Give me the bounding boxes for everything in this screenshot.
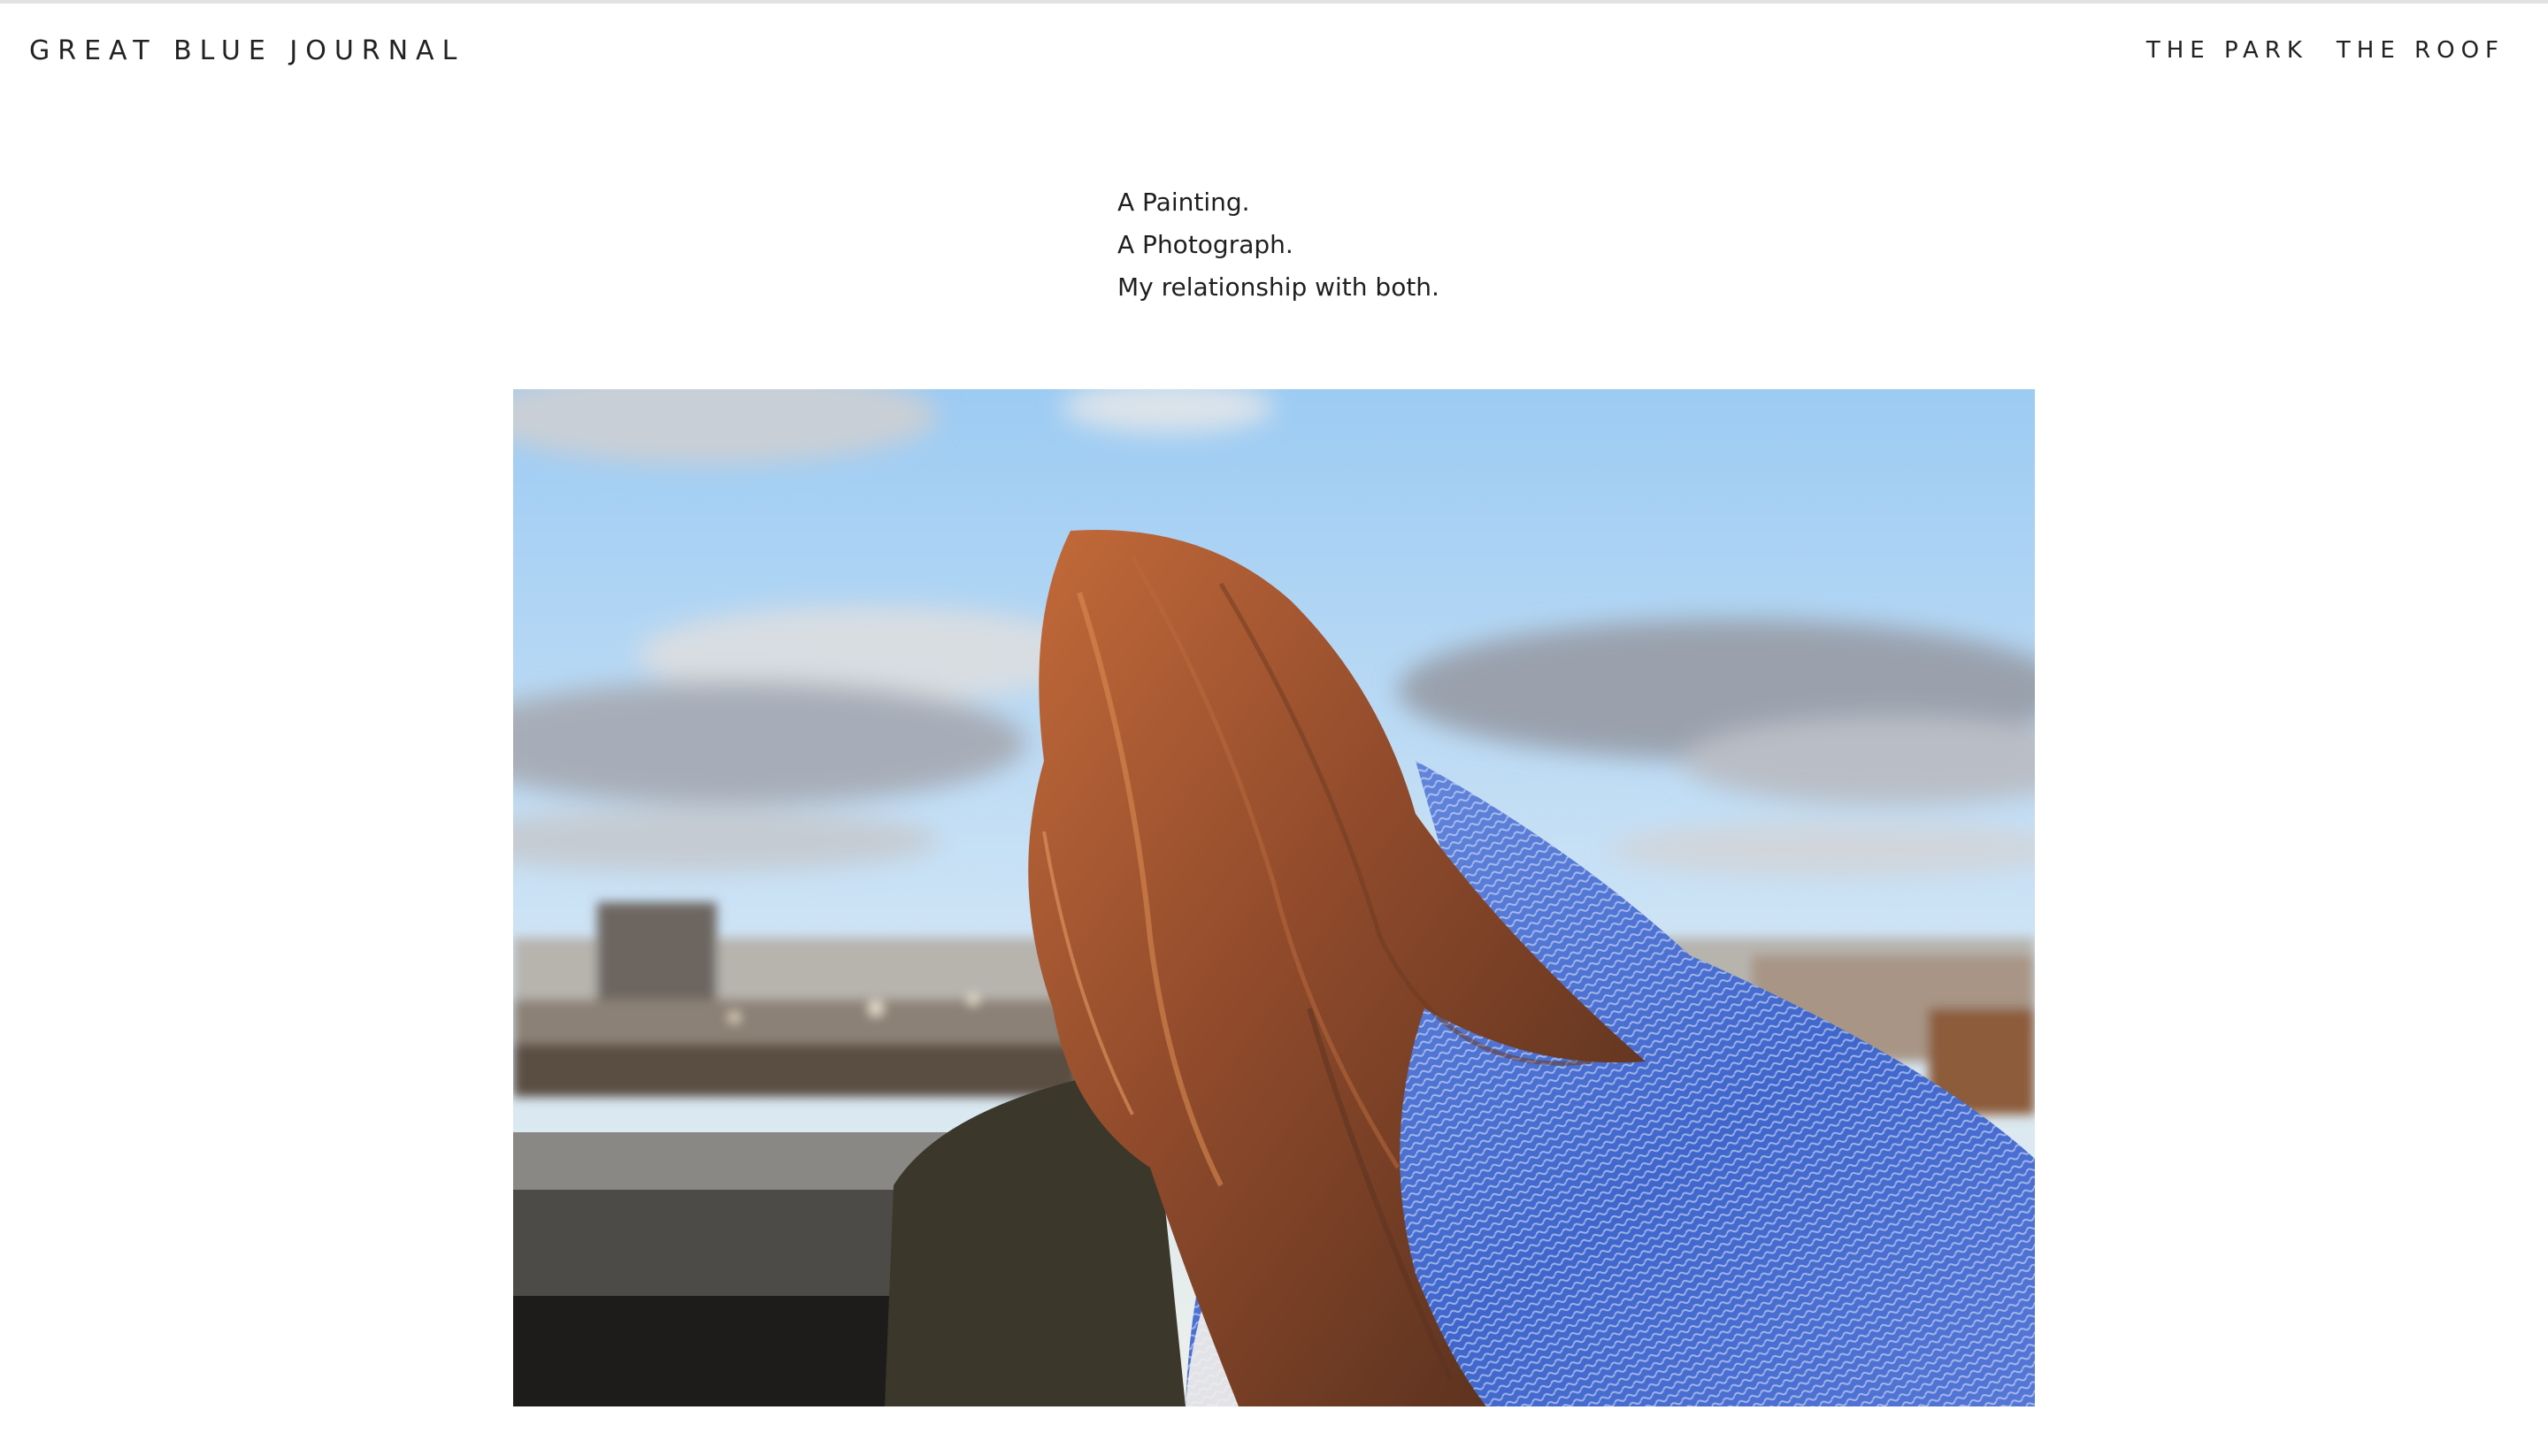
intro-line-photograph: A Photograph. — [1117, 230, 1293, 259]
main-nav: THE PARK THE ROOF — [2146, 37, 2505, 64]
site-header: GREAT BLUE JOURNAL THE PARK THE ROOF — [0, 4, 2548, 97]
nav-link-the-park[interactable]: THE PARK — [2146, 37, 2308, 64]
nav-link-the-roof[interactable]: THE ROOF — [2337, 37, 2505, 64]
photo-illustration — [513, 389, 2035, 1406]
intro-text: A Painting. A Photograph. My relationshi… — [1117, 181, 1439, 309]
featured-photo[interactable] — [513, 389, 2035, 1406]
intro-line-painting: A Painting. — [1117, 188, 1250, 217]
site-title-link[interactable]: GREAT BLUE JOURNAL — [29, 35, 464, 66]
intro-line-relationship: My relationship with both. — [1117, 272, 1439, 302]
